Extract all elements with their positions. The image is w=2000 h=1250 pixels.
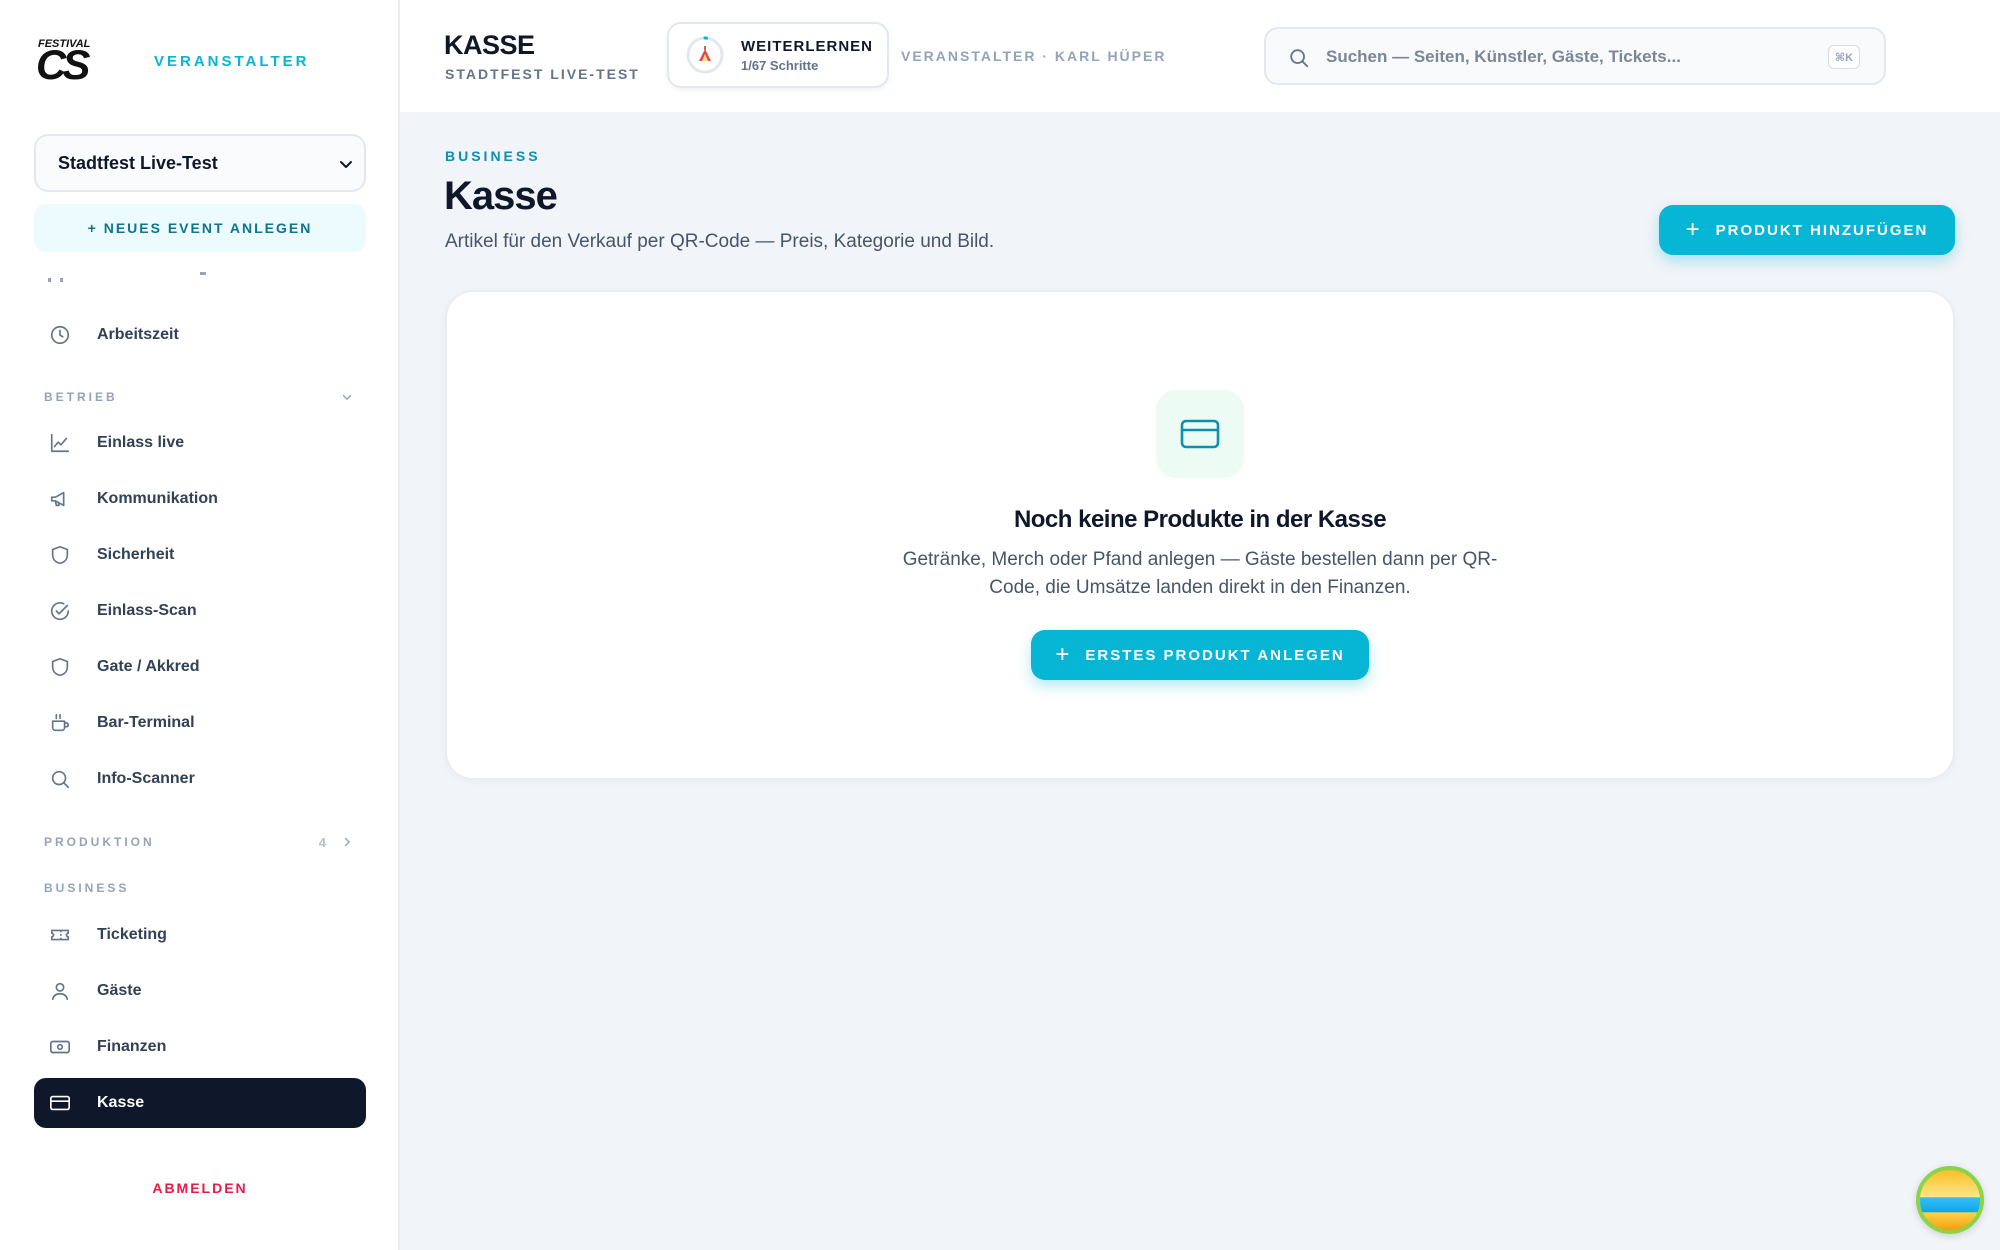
- create-first-product-button[interactable]: + ERSTES PRODUKT ANLEGEN: [1031, 630, 1369, 680]
- section-betrieb[interactable]: BETRIEB: [44, 387, 354, 407]
- section-business: BUSINESS: [44, 878, 354, 898]
- sidebar: FESTIVAL CS VERANSTALTER Stadtfest Live-…: [0, 0, 400, 1250]
- sidebar-item-label: Gate / Akkred: [97, 658, 200, 675]
- sidebar-item-info-scanner[interactable]: Info-Scanner: [34, 754, 366, 804]
- avatar[interactable]: [1916, 1166, 1984, 1234]
- search-icon: [1290, 49, 1309, 68]
- learn-progress-button[interactable]: WEITERLERNEN 1/67 Schritte: [667, 22, 889, 88]
- empty-state-card: [445, 290, 1955, 780]
- logo-main-text: CS: [36, 41, 90, 88]
- chart-line-icon: [48, 431, 72, 455]
- section-label: BETRIEB: [44, 390, 118, 404]
- sidebar-item-bar-terminal[interactable]: Bar-Terminal: [34, 698, 366, 748]
- sidebar-item-label: Info-Scanner: [97, 770, 195, 787]
- section-count: 4: [318, 834, 326, 850]
- top-header: KASSE STADTFEST LIVE-TEST WEITERLERNEN 1…: [400, 0, 2000, 112]
- sidebar-item-arbeitszeit[interactable]: Arbeitszeit: [34, 310, 366, 360]
- sidebar-item-label: Kasse: [97, 1094, 145, 1111]
- learn-progress: 1/67 Schritte: [741, 58, 819, 73]
- shield-icon: [48, 655, 72, 679]
- section-label: BUSINESS: [44, 881, 130, 895]
- festival-logo: FESTIVAL CS: [36, 38, 96, 88]
- brand[interactable]: FESTIVAL CS VERANSTALTER: [36, 38, 310, 88]
- add-product-button[interactable]: + PRODUKT HINZUFÜGEN: [1659, 205, 1955, 255]
- sidebar-item-gate-akkred[interactable]: Gate / Akkred: [34, 642, 366, 692]
- sidebar-item-label: Arbeitszeit: [97, 326, 179, 343]
- brand-label: VERANSTALTER: [154, 52, 310, 70]
- learn-title: WEITERLERNEN: [741, 38, 873, 55]
- plus-icon: +: [1685, 216, 1702, 243]
- ticket-icon: [48, 923, 72, 947]
- user-icon: [48, 979, 72, 1003]
- credit-card-icon: [1156, 390, 1244, 478]
- page-description: Artikel für den Verkauf per QR-Code — Pr…: [445, 231, 995, 252]
- sidebar-item-label: Einlass-Scan: [97, 602, 197, 619]
- new-event-button[interactable]: + NEUES EVENT ANLEGEN: [34, 204, 366, 252]
- empty-state-title: Noch keine Produkte in der Kasse: [1013, 506, 1387, 533]
- clipped-nav-item: [48, 272, 248, 288]
- page-kicker: BUSINESS: [445, 148, 541, 164]
- banknote-icon: [48, 1035, 72, 1059]
- sidebar-item-sicherheit[interactable]: Sicherheit: [34, 530, 366, 580]
- megaphone-icon: [48, 487, 72, 511]
- page-title: KASSE: [444, 30, 535, 60]
- search-shortcut: ⌘K: [1828, 45, 1860, 69]
- chevron-right-icon: [344, 837, 351, 847]
- sidebar-item-gaeste[interactable]: Gäste: [34, 966, 366, 1016]
- organizer-label: VERANSTALTER · KARL HÜPER: [901, 48, 1167, 64]
- sidebar-item-label: Einlass live: [97, 434, 185, 451]
- logout-button[interactable]: ABMELDEN: [0, 1180, 400, 1196]
- event-select[interactable]: Stadtfest Live-Test: [34, 134, 366, 192]
- section-label: PRODUKTION: [44, 835, 155, 849]
- search-icon: [48, 767, 72, 791]
- cup-icon: [48, 711, 72, 735]
- credit-card-icon: [48, 1091, 72, 1115]
- chevron-down-icon: [340, 161, 352, 168]
- sidebar-item-einlass-scan[interactable]: Einlass-Scan: [34, 586, 366, 636]
- sidebar-item-label: Gäste: [97, 982, 142, 999]
- page-subtitle: STADTFEST LIVE-TEST: [445, 66, 640, 82]
- page-heading: Kasse: [444, 174, 558, 218]
- sidebar-item-label: Ticketing: [97, 926, 167, 943]
- shield-icon: [48, 543, 72, 567]
- check-circle-icon: [48, 599, 72, 623]
- global-search[interactable]: ⌘K: [1264, 27, 1886, 85]
- sidebar-item-label: Bar-Terminal: [97, 714, 195, 731]
- create-first-product-label: ERSTES PRODUKT ANLEGEN: [1085, 646, 1345, 664]
- sidebar-item-finanzen[interactable]: Finanzen: [34, 1022, 366, 1072]
- sidebar-item-ticketing[interactable]: Ticketing: [34, 910, 366, 960]
- empty-state-text: Getränke, Merch oder Pfand anlegen — Gäs…: [902, 549, 1498, 598]
- sidebar-item-kasse[interactable]: Kasse: [34, 1078, 366, 1128]
- progress-ring-icon: [686, 36, 724, 74]
- add-product-label: PRODUKT HINZUFÜGEN: [1715, 221, 1929, 239]
- sidebar-item-einlass-live[interactable]: Einlass live: [34, 418, 366, 468]
- event-select-value: Stadtfest Live-Test: [58, 152, 218, 173]
- sidebar-item-label: Sicherheit: [97, 546, 175, 563]
- section-produktion[interactable]: PRODUKTION 4: [44, 832, 354, 852]
- clock-icon: [48, 323, 72, 347]
- sidebar-item-label: Finanzen: [97, 1038, 167, 1055]
- plus-icon: +: [1055, 641, 1072, 668]
- search-input[interactable]: [1326, 41, 1806, 73]
- chevron-down-icon: [342, 394, 352, 401]
